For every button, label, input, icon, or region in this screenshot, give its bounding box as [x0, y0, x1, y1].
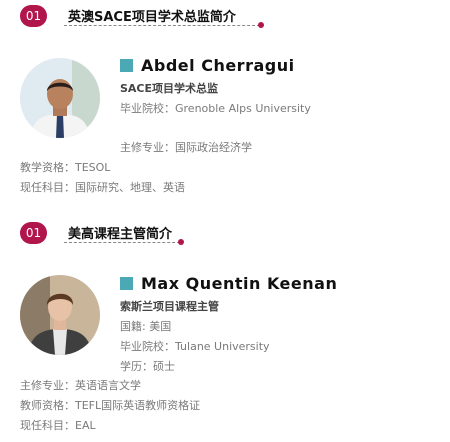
detail-line: 毕业院校：Tulane University: [120, 340, 270, 353]
name-marker-square: [120, 59, 133, 72]
person-name-row: Abdel Cherragui: [120, 56, 295, 80]
detail-line: 教师资格：TEFL国际英语教师资格证: [20, 399, 201, 412]
avatar: [20, 58, 100, 138]
person-name: Max Quentin Keenan: [141, 274, 338, 293]
section-header-1: 01 英澳SACE项目学术总监简介: [20, 5, 264, 31]
heading-dot: [178, 239, 184, 245]
name-marker-square: [120, 277, 133, 290]
detail-line: 主修专业：英语语言文学: [20, 379, 141, 392]
section-number-badge: 01: [20, 222, 47, 244]
person-photo-icon: [20, 58, 100, 138]
heading-dashed-underline: [64, 25, 260, 26]
heading-dot: [258, 22, 264, 28]
detail-line: 现任科目：EAL: [20, 419, 96, 432]
person-name-row: Max Quentin Keenan: [120, 274, 337, 298]
section-heading: 美高课程主管简介: [68, 227, 173, 242]
person-role: SACE项目学术总监: [120, 82, 219, 95]
avatar: [20, 275, 100, 355]
section-header-2: 01 美高课程主管简介: [20, 222, 260, 248]
detail-line: 国籍: 美国: [120, 320, 172, 333]
detail-line: 毕业院校：Grenoble Alps University: [120, 102, 311, 115]
person-photo-icon: [20, 275, 100, 355]
heading-dashed-underline: [64, 242, 180, 243]
section-number-badge: 01: [20, 5, 47, 27]
person-name: Abdel Cherragui: [141, 56, 295, 75]
detail-line: 主修专业：国际政治经济学: [120, 141, 252, 154]
section-heading: 英澳SACE项目学术总监简介: [68, 10, 236, 25]
person-role: 索斯兰项目课程主管: [120, 300, 219, 313]
detail-line: 现任科目：国际研究、地理、英语: [20, 181, 185, 194]
detail-line: 学历：硕士: [120, 360, 175, 373]
detail-line: 教学资格：TESOL: [20, 161, 111, 174]
